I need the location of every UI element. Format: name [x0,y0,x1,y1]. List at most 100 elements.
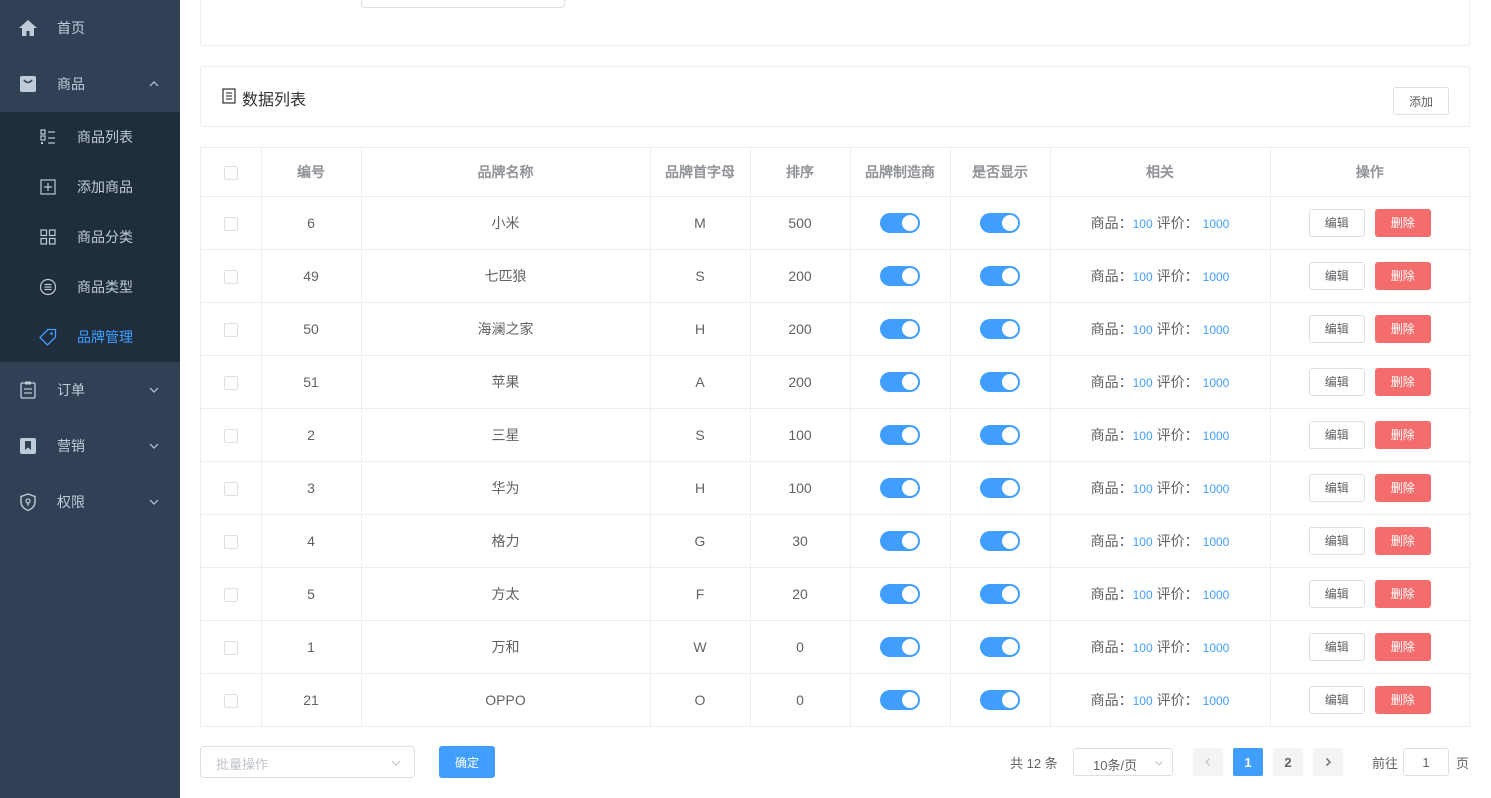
related-comment-link[interactable]: 1000 [1203,482,1230,496]
delete-button[interactable]: 删除 [1374,526,1431,555]
show-status-toggle[interactable] [980,212,1020,233]
submenu-item-goods-list[interactable]: 商品列表 [0,112,180,162]
related-goods-link[interactable]: 100 [1133,217,1153,231]
delete-button[interactable]: 删除 [1374,579,1431,608]
delete-button[interactable]: 删除 [1374,473,1431,502]
search-card [200,0,1470,46]
select-all-checkbox[interactable] [223,165,238,180]
related-comment-link[interactable]: 1000 [1203,694,1230,708]
menu-item-permission[interactable]: 权限 [0,474,180,530]
manufacturer-toggle[interactable] [880,265,920,286]
prev-page-button[interactable] [1193,748,1223,776]
actions-cell: 编辑 删除 [1270,514,1469,568]
related-goods-link[interactable]: 100 [1133,588,1153,602]
row-checkbox[interactable] [223,216,238,231]
show-status-toggle[interactable] [980,477,1020,498]
manufacturer-toggle[interactable] [880,212,920,233]
menu-item-goods[interactable]: 商品 [0,56,180,112]
row-checkbox[interactable] [223,693,238,708]
brand-first-letter: G [650,514,751,568]
row-checkbox[interactable] [223,322,238,337]
manufacturer-toggle[interactable] [880,424,920,445]
delete-button[interactable]: 删除 [1374,420,1431,449]
show-status-toggle[interactable] [980,371,1020,392]
show-status-toggle[interactable] [980,265,1020,286]
edit-button[interactable]: 编辑 [1308,526,1365,555]
edit-button[interactable]: 编辑 [1308,420,1365,449]
batch-operation-select[interactable]: 批量操作 [200,746,415,778]
related-goods-link[interactable]: 100 [1133,429,1153,443]
related-comment-link[interactable]: 1000 [1203,641,1230,655]
related-goods-link[interactable]: 100 [1133,376,1153,390]
related-comment-link[interactable]: 1000 [1203,429,1230,443]
edit-button[interactable]: 编辑 [1308,261,1365,290]
goto-page-input[interactable] [1403,748,1449,776]
show-status-toggle[interactable] [980,583,1020,604]
menu-item-order[interactable]: 订单 [0,362,180,418]
menu-item-marketing[interactable]: 营销 [0,418,180,474]
related-comment-link[interactable]: 1000 [1203,376,1230,390]
submenu-item-goods-category[interactable]: 商品分类 [0,212,180,262]
brand-id: 49 [261,249,362,303]
manufacturer-toggle[interactable] [880,636,920,657]
brand-id: 2 [261,408,362,462]
home-icon [19,20,37,36]
edit-button[interactable]: 编辑 [1308,579,1365,608]
related-comment-link[interactable]: 1000 [1203,270,1230,284]
submenu-item-add-goods[interactable]: 添加商品 [0,162,180,212]
page-button-2[interactable]: 2 [1273,748,1303,776]
row-checkbox[interactable] [223,269,238,284]
next-page-button[interactable] [1313,748,1343,776]
edit-button[interactable]: 编辑 [1308,208,1365,237]
row-checkbox[interactable] [223,481,238,496]
related-goods-link[interactable]: 100 [1133,694,1153,708]
submenu-item-brand-management[interactable]: 品牌管理 [0,312,180,362]
related-comment-label: 评价： [1156,532,1199,549]
related-goods-link[interactable]: 100 [1133,535,1153,549]
row-checkbox[interactable] [223,428,238,443]
add-box-icon [40,179,56,195]
add-button[interactable]: 添加 [1393,87,1449,115]
related-goods-link[interactable]: 100 [1133,270,1153,284]
edit-button[interactable]: 编辑 [1308,314,1365,343]
manufacturer-toggle[interactable] [880,477,920,498]
manufacturer-toggle[interactable] [880,689,920,710]
submenu-item-goods-type[interactable]: 商品类型 [0,262,180,312]
row-checkbox[interactable] [223,587,238,602]
show-status-toggle[interactable] [980,424,1020,445]
related-goods-link[interactable]: 100 [1133,641,1153,655]
page-size-select[interactable]: 10条/页 [1073,748,1173,776]
manufacturer-toggle[interactable] [880,530,920,551]
row-checkbox[interactable] [223,534,238,549]
manufacturer-toggle[interactable] [880,318,920,339]
show-status-toggle[interactable] [980,636,1020,657]
delete-button[interactable]: 删除 [1374,367,1431,396]
related-goods-link[interactable]: 100 [1133,323,1153,337]
confirm-button[interactable]: 确定 [439,746,495,778]
related-comment-link[interactable]: 1000 [1203,535,1230,549]
delete-button[interactable]: 删除 [1374,314,1431,343]
related-goods-link[interactable]: 100 [1133,482,1153,496]
show-status-toggle[interactable] [980,689,1020,710]
edit-button[interactable]: 编辑 [1308,473,1365,502]
menu-item-home[interactable]: 首页 [0,0,180,56]
delete-button[interactable]: 删除 [1374,685,1431,714]
delete-button[interactable]: 删除 [1374,261,1431,290]
related-comment-link[interactable]: 1000 [1203,217,1230,231]
search-input[interactable] [361,0,565,8]
show-status-toggle[interactable] [980,530,1020,551]
row-select-cell [201,408,262,462]
delete-button[interactable]: 删除 [1374,632,1431,661]
edit-button[interactable]: 编辑 [1308,632,1365,661]
edit-button[interactable]: 编辑 [1308,685,1365,714]
edit-button[interactable]: 编辑 [1308,367,1365,396]
manufacturer-toggle[interactable] [880,371,920,392]
row-checkbox[interactable] [223,375,238,390]
manufacturer-toggle[interactable] [880,583,920,604]
row-checkbox[interactable] [223,640,238,655]
related-comment-link[interactable]: 1000 [1203,323,1230,337]
page-button-1[interactable]: 1 [1233,748,1263,776]
delete-button[interactable]: 删除 [1374,208,1431,237]
show-status-toggle[interactable] [980,318,1020,339]
related-comment-link[interactable]: 1000 [1203,588,1230,602]
